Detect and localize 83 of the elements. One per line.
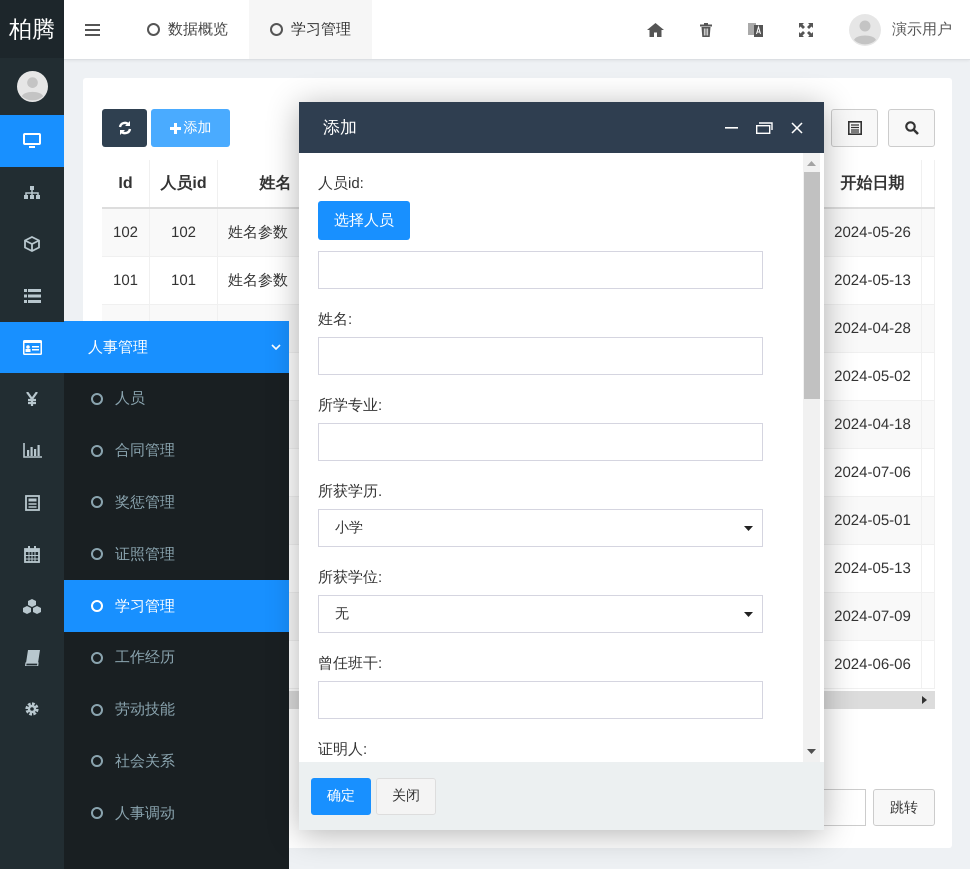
dropdown-field[interactable]: 无 <box>318 595 763 633</box>
submenu-item[interactable]: 人员 <box>64 373 289 425</box>
maximize-icon[interactable] <box>756 122 773 134</box>
submenu-item[interactable]: 劳动技能 <box>64 684 289 736</box>
submenu-item[interactable]: 社会关系 <box>64 736 289 788</box>
submenu-item[interactable]: 证照管理 <box>64 528 289 580</box>
table-cell: 姓名参数 <box>228 271 288 290</box>
table-cell: 101 <box>112 272 138 289</box>
cubes-icon <box>22 598 42 614</box>
select-person-button[interactable]: 选择人员 <box>318 201 410 240</box>
translate-icon[interactable] <box>748 22 763 38</box>
table-cell: 2024-07-06 <box>834 464 911 481</box>
table-icon <box>848 121 862 135</box>
field-label: 所学专业: <box>318 396 382 415</box>
search-icon <box>904 121 918 135</box>
monitor-icon <box>23 132 41 149</box>
input-field[interactable] <box>318 423 763 461</box>
avatar-icon <box>16 71 48 102</box>
table-cell: 102 <box>170 224 196 241</box>
table-cell: 2024-05-13 <box>834 272 911 289</box>
app-logo: 柏腾 <box>0 0 64 58</box>
trash-icon[interactable] <box>700 22 712 36</box>
dialog-button[interactable]: 确定 <box>311 778 371 814</box>
plus-icon <box>170 122 180 134</box>
caret-icon <box>744 526 753 530</box>
page-tab[interactable]: 数据概览 <box>126 0 249 59</box>
home-icon[interactable] <box>647 22 664 36</box>
book-icon <box>24 650 40 666</box>
list-icon <box>24 288 40 303</box>
scroll-right-icon[interactable] <box>922 696 927 704</box>
input-field[interactable] <box>318 681 763 719</box>
yen-icon <box>26 392 38 406</box>
dialog-button[interactable]: 关闭 <box>376 778 436 814</box>
vertical-scrollbar[interactable] <box>803 153 820 762</box>
menu-group-header[interactable]: 人事管理 <box>64 321 289 373</box>
calendar-icon <box>24 546 40 563</box>
submenu-item[interactable]: 奖惩管理 <box>64 476 289 528</box>
table-cell: 2024-05-26 <box>834 224 911 241</box>
refresh-icon <box>118 121 132 135</box>
column-header: 人员id <box>150 160 218 207</box>
sitemap-icon <box>24 186 40 200</box>
scroll-down-icon[interactable] <box>807 749 816 754</box>
minimize-icon[interactable] <box>725 126 738 128</box>
fullscreen-icon[interactable] <box>799 22 813 36</box>
dropdown-field[interactable]: 小学 <box>318 509 763 547</box>
table-cell: 2024-04-28 <box>834 320 911 337</box>
table-cell: 2024-06-06 <box>834 656 911 673</box>
refresh-button[interactable] <box>102 109 147 147</box>
table-cell: 2024-04-18 <box>834 416 911 433</box>
user-name[interactable]: 演示用户 <box>892 20 952 39</box>
field-label: 姓名: <box>318 310 352 329</box>
id-card-icon <box>22 340 42 356</box>
submenu-item[interactable]: 工作经历 <box>64 632 289 684</box>
table-cell: 2024-05-13 <box>834 560 911 577</box>
submenu-item[interactable]: 学习管理 <box>64 580 289 632</box>
submenu-item[interactable]: 合同管理 <box>64 424 289 477</box>
table-cell: 2024-05-02 <box>834 368 911 385</box>
jump-button[interactable]: 跳转 <box>873 789 935 826</box>
input-field[interactable] <box>318 251 763 289</box>
field-label: 所获学位: <box>318 568 382 587</box>
menu-icon[interactable] <box>85 24 100 36</box>
search-button[interactable] <box>888 109 935 147</box>
table-cell: 2024-05-01 <box>834 512 911 529</box>
close-icon[interactable] <box>791 122 803 134</box>
input-field[interactable] <box>318 337 763 375</box>
cube-icon <box>24 236 40 252</box>
field-label: 曾任班干: <box>318 654 382 673</box>
table-cell: 101 <box>170 272 196 289</box>
table-cell: 姓名参数 <box>228 223 288 242</box>
caret-icon <box>744 612 753 616</box>
dialog-title: 添加 <box>323 117 357 139</box>
column-header: Id <box>102 160 150 207</box>
table-cell: 102 <box>112 224 138 241</box>
field-label: 证明人: <box>318 740 368 759</box>
bar-chart-icon <box>22 443 42 458</box>
field-label: 所获学历. <box>318 482 382 501</box>
submenu-item[interactable]: 人事调动 <box>64 787 289 840</box>
calculator-icon <box>24 494 40 511</box>
settings-icon <box>24 701 40 718</box>
table-cell: 2024-07-09 <box>834 608 911 625</box>
page-tab[interactable]: 学习管理 <box>249 0 372 59</box>
menu-group-title: 人事管理 <box>88 338 149 356</box>
columns-button[interactable] <box>831 109 878 147</box>
